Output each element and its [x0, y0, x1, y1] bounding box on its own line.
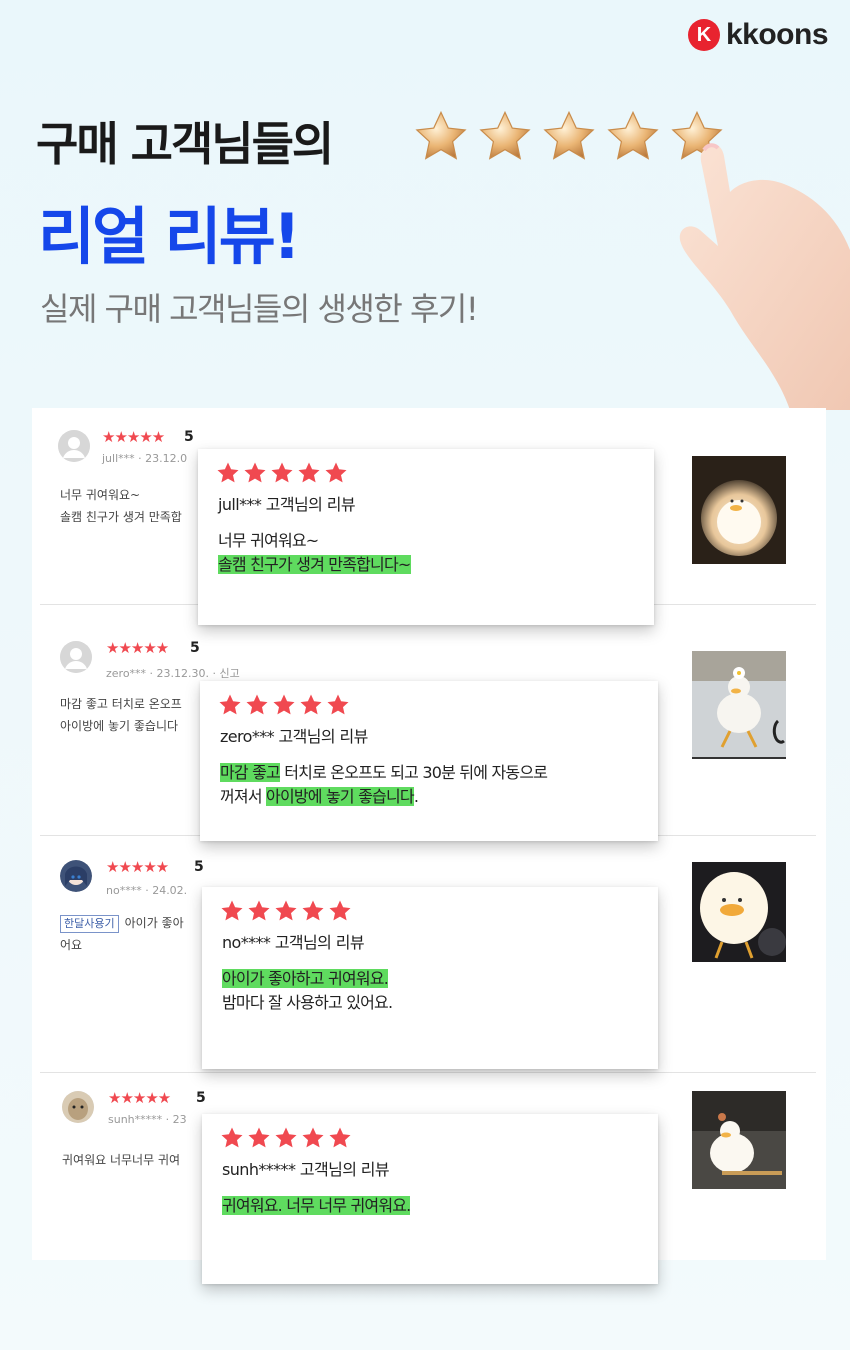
review-text: 한달사용기 아이가 좋아 어요 [60, 912, 184, 956]
highlighted-text: 귀여워요. 너무 너무 귀여워요. [222, 1196, 411, 1215]
highlighted-text: 아이방에 놓기 좋습니다 [266, 787, 415, 806]
card-body: 너무 귀여워요~ 솔캠 친구가 생겨 만족합니다~ [218, 529, 634, 577]
rating-score: 5 [184, 429, 194, 445]
avatar [60, 641, 92, 673]
review-highlight-card: no**** 고객님의 리뷰 아이가 좋아하고 귀여워요. 밤마다 잘 사용하고… [202, 887, 658, 1069]
gold-star-icon [543, 110, 595, 160]
red-star-icon [219, 694, 241, 715]
review-highlight-card: sunh***** 고객님의 리뷰 귀여워요. 너무 너무 귀여워요. [202, 1114, 658, 1284]
review-text-line: 너무 귀여워요~ [60, 488, 141, 502]
review-text-line: 귀여워요 너무너무 귀여 [62, 1153, 181, 1167]
highlighted-text: 아이가 좋아하고 귀여워요. [222, 969, 389, 988]
review-highlight-card: zero*** 고객님의 리뷰 마감 좋고 터치로 온오프도 되고 30분 뒤에… [200, 681, 658, 841]
rating-stars: ★★★★★ [102, 428, 165, 446]
rating-score: 5 [196, 1090, 206, 1106]
red-star-icon [248, 900, 270, 921]
red-star-icon [327, 694, 349, 715]
card-body-text: 터치로 온오프도 되고 30분 뒤에 자동으로 [279, 763, 548, 782]
red-star-icon [217, 462, 239, 483]
rating-score: 5 [194, 859, 204, 875]
red-star-icon [298, 462, 320, 483]
gold-star-icon [415, 110, 467, 160]
review-meta: sunh***** · 23 [108, 1113, 187, 1126]
card-rating-stars [220, 899, 638, 923]
card-body-line: 너무 귀여워요~ [218, 531, 319, 550]
kkoons-logo-icon: K [687, 19, 720, 51]
review-text-line: 아이방에 놓기 좋습니다 [60, 719, 179, 733]
status-badge: 한달사용기 [60, 915, 119, 933]
card-body: 아이가 좋아하고 귀여워요. 밤마다 잘 사용하고 있어요. [222, 967, 638, 1015]
card-body-text: 꺼져서 [220, 787, 267, 806]
review-photo[interactable] [692, 1091, 786, 1189]
brand-name: kkoons [725, 18, 829, 51]
review-text-line: 솔캠 친구가 생겨 만족합 [60, 510, 182, 524]
card-body-text: . [413, 787, 419, 806]
red-star-icon [221, 1127, 243, 1148]
red-star-icon [329, 1127, 351, 1148]
rating-stars: ★★★★★ [106, 858, 169, 876]
red-star-icon [275, 1127, 297, 1148]
card-rating-stars [218, 693, 638, 717]
red-star-icon [271, 462, 293, 483]
review-text-line: 어요 [60, 938, 83, 952]
red-star-icon [244, 462, 266, 483]
card-user: sunh***** 고객님의 리뷰 [222, 1160, 390, 1179]
review-highlight-card: jull*** 고객님의 리뷰 너무 귀여워요~ 솔캠 친구가 생겨 만족합니다… [198, 449, 654, 625]
red-star-icon [325, 462, 347, 483]
red-star-icon [300, 694, 322, 715]
avatar [62, 1091, 94, 1123]
card-body: 귀여워요. 너무 너무 귀여워요. [222, 1194, 638, 1218]
review-text: 귀여워요 너무너무 귀여 [62, 1149, 180, 1171]
red-star-icon [329, 900, 351, 921]
hero-title-line2: 리얼 리뷰! [38, 200, 301, 273]
card-body: 마감 좋고 터치로 온오프도 되고 30분 뒤에 자동으로 꺼져서 아이방에 놓… [220, 761, 638, 809]
review-text-line: 아이가 좋아 [124, 916, 184, 930]
gold-star-icon [479, 110, 531, 160]
review-meta: no**** · 24.02. [106, 884, 188, 897]
rating-score: 5 [190, 640, 200, 656]
hero-title-line1: 구매 고객님들의 [36, 117, 334, 171]
rating-stars: ★★★★★ [108, 1089, 171, 1107]
hand-illustration [679, 143, 850, 410]
red-star-icon [248, 1127, 270, 1148]
red-star-icon [302, 900, 324, 921]
review-text-line: 마감 좋고 터치로 온오프 [60, 697, 182, 711]
review-photo[interactable] [692, 456, 786, 564]
card-user: zero*** 고객님의 리뷰 [220, 727, 368, 746]
highlighted-text: 솔캠 친구가 생겨 만족합니다~ [218, 555, 411, 574]
card-rating-stars [216, 461, 634, 485]
card-user: no**** 고객님의 리뷰 [222, 933, 365, 952]
brand-logo: K kkoons [687, 18, 829, 52]
review-text: 너무 귀여워요~ 솔캠 친구가 생겨 만족합 [60, 484, 182, 528]
red-star-icon [273, 694, 295, 715]
red-star-icon [302, 1127, 324, 1148]
avatar [60, 860, 92, 892]
hero-subtitle: 실제 구매 고객님들의 생생한 후기! [40, 290, 479, 328]
review-meta: zero*** · 23.12.30. · 신고 [106, 667, 240, 680]
card-body-text: 밤마다 잘 사용하고 있어요. [222, 993, 393, 1012]
gold-star-icon [607, 110, 659, 160]
review-meta: jull*** · 23.12.0 [102, 452, 188, 465]
review-photo[interactable] [692, 862, 786, 962]
rating-stars: ★★★★★ [106, 639, 169, 657]
avatar [58, 430, 90, 462]
red-star-icon [246, 694, 268, 715]
red-star-icon [221, 900, 243, 921]
review-photo[interactable] [692, 651, 786, 759]
card-user: jull*** 고객님의 리뷰 [218, 495, 356, 514]
highlighted-text: 마감 좋고 [220, 763, 281, 782]
red-star-icon [275, 900, 297, 921]
review-text: 마감 좋고 터치로 온오프 아이방에 놓기 좋습니다 [60, 693, 182, 737]
card-rating-stars [220, 1126, 638, 1150]
